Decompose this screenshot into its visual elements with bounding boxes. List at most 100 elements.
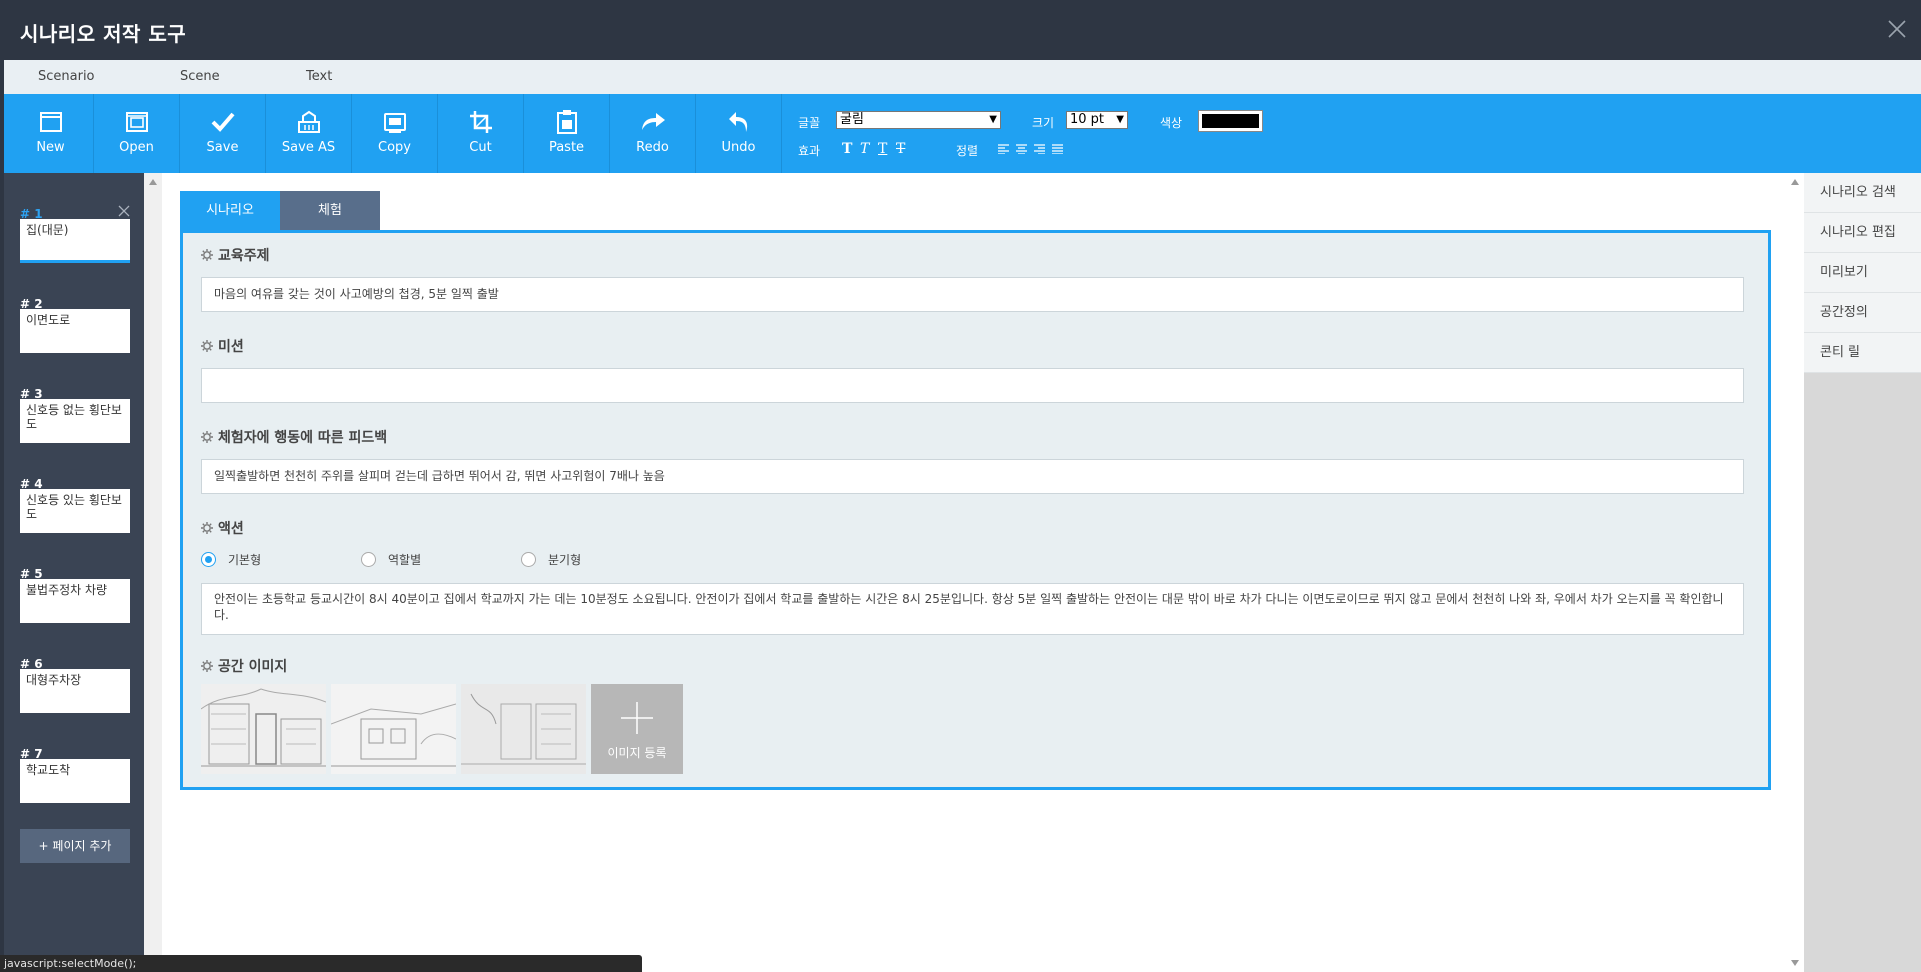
- strike-effect-button[interactable]: T: [896, 141, 905, 157]
- section-mission: 미션: [201, 336, 244, 356]
- close-icon[interactable]: [1885, 17, 1909, 41]
- section-topic: 교육주제: [201, 245, 270, 265]
- save-label: Save: [206, 140, 239, 155]
- action-textarea[interactable]: 안전이는 초등학교 등교시간이 8시 40분이고 집에서 학교까지 가는 데는 …: [201, 583, 1744, 635]
- space-image-thumbnail[interactable]: [201, 684, 326, 774]
- radio-label: 분기형: [548, 553, 582, 567]
- gear-icon: [201, 660, 213, 672]
- paste-button[interactable]: Paste: [524, 94, 610, 173]
- main-content: 시나리오 체험 교육주제 마음의 여유를 갖는 것이 사고예방의 첩경, 5분 …: [162, 173, 1802, 972]
- underline-effect-button[interactable]: T: [878, 141, 887, 157]
- color-picker[interactable]: [1198, 110, 1263, 132]
- add-image-label: 이미지 등록: [607, 746, 667, 760]
- radio-unchecked-icon: [361, 552, 376, 567]
- align-left-icon[interactable]: [998, 144, 1009, 154]
- right-menu-space-definition[interactable]: 공간정의: [1804, 293, 1921, 333]
- gear-icon: [201, 431, 213, 443]
- right-menu-conti-reel[interactable]: 콘티 릴: [1804, 333, 1921, 373]
- tab-experience[interactable]: 체험: [280, 191, 380, 231]
- scroll-down-icon[interactable]: [1791, 960, 1799, 966]
- close-icon[interactable]: [118, 205, 130, 217]
- undo-button[interactable]: Undo: [696, 94, 782, 173]
- align-right-icon[interactable]: [1034, 144, 1045, 154]
- add-image-button[interactable]: 이미지 등록: [591, 684, 683, 774]
- dropdown-arrow-icon: ▼: [989, 114, 997, 125]
- new-label: New: [36, 140, 65, 155]
- topic-input[interactable]: 마음의 여유를 갖는 것이 사고예방의 첩경, 5분 일찍 출발: [201, 277, 1744, 312]
- undo-label: Undo: [721, 140, 756, 155]
- bold-effect-button[interactable]: T: [842, 141, 852, 157]
- size-select-value: 10 pt: [1070, 112, 1105, 127]
- action-radio-role[interactable]: 역할별: [361, 551, 421, 568]
- action-radio-basic[interactable]: 기본형: [201, 551, 261, 568]
- save-as-icon: [295, 108, 323, 136]
- menu-scenario[interactable]: Scenario: [38, 69, 95, 84]
- align-label: 정렬: [956, 144, 979, 158]
- title-bar: 시나리오 저작 도구: [4, 3, 1921, 60]
- new-button[interactable]: New: [8, 94, 94, 173]
- mission-input[interactable]: [201, 368, 1744, 403]
- format-controls: 글꼴 굴림 ▼ 크기 10 pt ▼ 색상 효과 T T T T 정렬: [794, 94, 1294, 173]
- italic-effect-button[interactable]: T: [860, 141, 869, 157]
- section-feedback: 체험자에 행동에 따른 피드백: [201, 427, 387, 447]
- main-scrollbar[interactable]: [1786, 173, 1804, 972]
- radio-unchecked-icon: [521, 552, 536, 567]
- app-window: 시나리오 저작 도구 Scenario Scene Text New Open: [4, 3, 1921, 972]
- page-title: 신호등 없는 횡단보도: [20, 399, 130, 443]
- save-icon: [209, 108, 237, 136]
- page-title: 불법주정차 차량: [20, 579, 130, 623]
- cut-label: Cut: [469, 140, 492, 155]
- space-image-thumbnail[interactable]: [461, 684, 586, 774]
- open-button[interactable]: Open: [94, 94, 180, 173]
- right-menu: 시나리오 검색 시나리오 편집 미리보기 공간정의 콘티 릴: [1804, 173, 1921, 972]
- copy-button[interactable]: Copy: [352, 94, 438, 173]
- paste-icon: [553, 108, 581, 136]
- toolbar: New Open Save Save AS Copy Cut Paste Red…: [4, 94, 1921, 173]
- cut-button[interactable]: Cut: [438, 94, 524, 173]
- add-page-button[interactable]: + 페이지 추가: [20, 829, 130, 863]
- right-menu-scenario-search[interactable]: 시나리오 검색: [1804, 173, 1921, 213]
- status-bar: javascript:selectMode();: [0, 955, 642, 972]
- paste-label: Paste: [548, 140, 585, 155]
- window-title: 시나리오 저작 도구: [20, 22, 187, 46]
- tab-scenario[interactable]: 시나리오: [180, 191, 280, 231]
- save-button[interactable]: Save: [180, 94, 266, 173]
- right-menu-scenario-edit[interactable]: 시나리오 편집: [1804, 213, 1921, 253]
- align-justify-icon[interactable]: [1052, 144, 1063, 154]
- gear-icon: [201, 249, 213, 261]
- action-radio-branch[interactable]: 분기형: [521, 551, 581, 568]
- section-images: 공간 이미지: [201, 656, 287, 676]
- font-select[interactable]: 굴림 ▼: [836, 111, 1001, 129]
- right-menu-preview[interactable]: 미리보기: [1804, 253, 1921, 293]
- save-as-button[interactable]: Save AS: [266, 94, 352, 173]
- section-images-label: 공간 이미지: [218, 659, 288, 675]
- page-title: 대형주차장: [20, 669, 130, 713]
- plus-icon: [621, 702, 653, 734]
- left-scrollbar[interactable]: [144, 173, 162, 972]
- page-title: 학교도착: [20, 759, 130, 803]
- space-image-thumbnail[interactable]: [331, 684, 456, 774]
- save-as-label: Save AS: [281, 140, 336, 155]
- size-select[interactable]: 10 pt ▼: [1066, 111, 1128, 129]
- color-swatch: [1202, 114, 1259, 128]
- radio-label: 역할별: [388, 553, 422, 567]
- copy-icon: [381, 108, 409, 136]
- scenario-panel: 교육주제 마음의 여유를 갖는 것이 사고예방의 첩경, 5분 일찍 출발 미션…: [180, 230, 1771, 790]
- font-select-value: 굴림: [840, 112, 864, 127]
- redo-label: Redo: [636, 140, 669, 155]
- scroll-up-icon[interactable]: [149, 179, 157, 185]
- page-title: 신호등 있는 횡단보도: [20, 489, 130, 533]
- cut-icon: [467, 108, 495, 136]
- feedback-input[interactable]: 일찍출발하면 천천히 주위를 살피며 걷는데 급하면 뛰어서 감, 뛰면 사고위…: [201, 459, 1744, 494]
- gear-icon: [201, 522, 213, 534]
- menu-text[interactable]: Text: [306, 69, 332, 84]
- page-title: 이면도로: [20, 309, 130, 353]
- align-center-icon[interactable]: [1016, 144, 1027, 154]
- effect-label: 효과: [798, 144, 821, 158]
- section-action-label: 액션: [218, 521, 244, 537]
- redo-button[interactable]: Redo: [610, 94, 696, 173]
- menu-scene[interactable]: Scene: [180, 69, 220, 84]
- color-label: 색상: [1160, 116, 1183, 130]
- copy-label: Copy: [378, 140, 411, 155]
- scroll-up-icon[interactable]: [1791, 179, 1799, 185]
